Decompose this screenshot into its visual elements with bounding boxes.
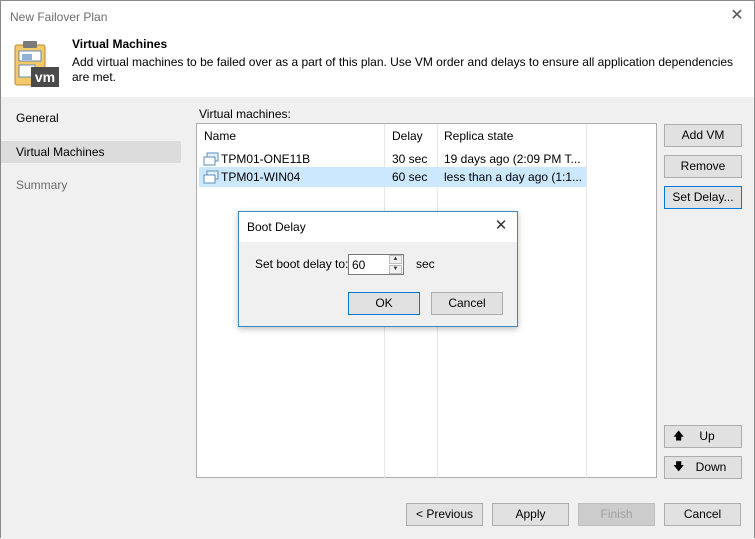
vm-replica-state: 19 days ago (2:09 PM T...: [444, 152, 581, 166]
vm-icon: [203, 152, 219, 166]
boot-delay-stepper[interactable]: ▲ ▼: [348, 254, 404, 275]
add-vm-button[interactable]: Add VM: [664, 124, 742, 147]
boot-delay-label: Set boot delay to:: [255, 257, 349, 271]
previous-button[interactable]: < Previous: [406, 503, 483, 526]
table-row[interactable]: TPM01-ONE11B 30 sec 19 days ago (2:09 PM…: [199, 149, 586, 169]
close-icon[interactable]: ✕: [728, 7, 746, 25]
arrow-down-icon: 🡇: [673, 461, 685, 473]
sidebar-item-general[interactable]: General: [1, 107, 181, 129]
down-button[interactable]: 🡇 Down: [664, 456, 742, 479]
column-divider: [586, 124, 587, 479]
cancel-button[interactable]: Cancel: [664, 503, 741, 526]
remove-button[interactable]: Remove: [664, 155, 742, 178]
column-header-replica-state[interactable]: Replica state: [437, 124, 587, 148]
column-header-delay[interactable]: Delay: [385, 124, 437, 148]
boot-delay-dialog: Boot Delay ✕ Set boot delay to: ▲ ▼ sec …: [238, 211, 518, 327]
wizard-footer: < Previous Apply Finish Cancel: [1, 491, 754, 539]
dialog-title: Boot Delay: [247, 220, 306, 234]
vm-delay: 60 sec: [392, 170, 428, 184]
column-header-name[interactable]: Name: [197, 124, 383, 148]
spin-up-icon[interactable]: ▲: [389, 255, 402, 264]
boot-delay-input[interactable]: [350, 256, 388, 273]
up-button[interactable]: 🡅 Up: [664, 425, 742, 448]
up-button-label: Up: [699, 429, 715, 443]
vm-replica-state: less than a day ago (1:1...: [444, 170, 583, 184]
page-description: Add virtual machines to be failed over a…: [72, 55, 734, 84]
boot-delay-unit: sec: [416, 257, 435, 271]
page-title: Virtual Machines: [72, 37, 168, 51]
dialog-close-icon[interactable]: ✕: [493, 218, 509, 234]
vm-name: TPM01-ONE11B: [221, 152, 311, 166]
vm-icon: [203, 170, 219, 184]
dialog-title-bar: Boot Delay ✕: [239, 212, 517, 242]
finish-button[interactable]: Finish: [578, 503, 655, 526]
vm-clipboard-icon: vm: [14, 41, 59, 87]
spin-down-icon[interactable]: ▼: [389, 265, 402, 274]
title-bar: New Failover Plan ✕: [1, 1, 754, 31]
vm-name: TPM01-WIN04: [221, 170, 301, 184]
dialog-cancel-button[interactable]: Cancel: [431, 292, 503, 315]
sidebar-item-virtual-machines[interactable]: Virtual Machines: [1, 141, 181, 163]
ok-button[interactable]: OK: [348, 292, 420, 315]
down-button-label: Down: [695, 460, 727, 474]
sidebar-item-summary[interactable]: Summary: [1, 174, 181, 196]
wizard-sidebar: General Virtual Machines Summary: [1, 97, 183, 491]
set-delay-button[interactable]: Set Delay...: [664, 186, 742, 209]
window-title: New Failover Plan: [10, 10, 108, 24]
vm-logo-text: vm: [35, 69, 55, 85]
virtual-machines-label: Virtual machines:: [199, 107, 291, 121]
wizard-header: vm Virtual Machines Add virtual machines…: [1, 31, 754, 97]
apply-button[interactable]: Apply: [492, 503, 569, 526]
vm-delay: 30 sec: [392, 152, 428, 166]
table-row[interactable]: TPM01-WIN04 60 sec less than a day ago (…: [199, 167, 586, 187]
arrow-up-icon: 🡅: [673, 430, 685, 442]
